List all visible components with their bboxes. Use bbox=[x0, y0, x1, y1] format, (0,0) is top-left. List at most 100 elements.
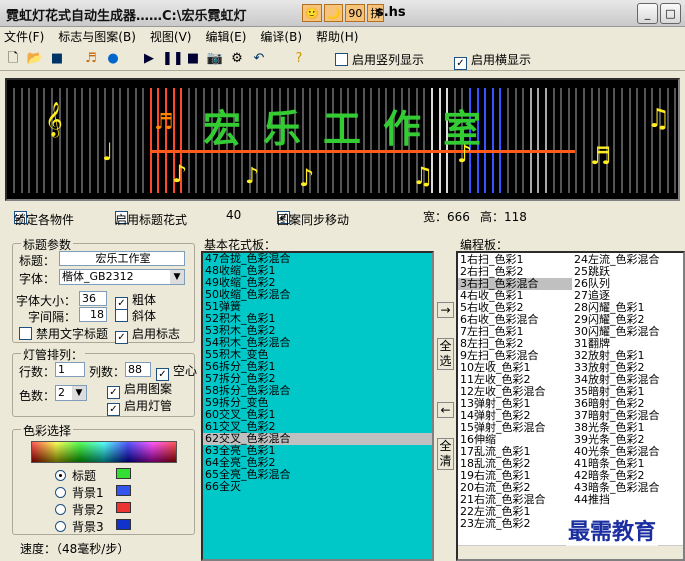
chevron-down-icon[interactable]: ▼ bbox=[72, 386, 86, 400]
colors-label: 色数： bbox=[19, 389, 56, 403]
title-input[interactable]: 宏乐工作室 bbox=[59, 251, 185, 266]
hollow-checkbox[interactable]: ✓ 空心 bbox=[156, 362, 197, 381]
save-icon[interactable]: ■ bbox=[48, 50, 66, 68]
pause-icon[interactable]: ❚❚ bbox=[162, 50, 184, 68]
neon-tube-bar bbox=[552, 88, 555, 193]
tube-legend: 灯管排列： bbox=[21, 346, 86, 363]
count-value: 40 bbox=[226, 208, 242, 222]
font-select[interactable]: 楷体_GB2312 ▼ bbox=[59, 269, 185, 285]
font-label: 字体： bbox=[19, 272, 56, 286]
list-item[interactable]: 23左流_色彩2 bbox=[458, 518, 572, 530]
font-size-label: 字体大小： bbox=[16, 294, 77, 308]
title-params-group: 标题参数 标题： 宏乐工作室 字体： 楷体_GB2312 ▼ 字体大小： 36 ✓… bbox=[12, 236, 195, 344]
menu-help[interactable]: 帮助(H) bbox=[316, 27, 358, 47]
note-icon-1: ♩ bbox=[102, 138, 114, 166]
color-group: 色彩选择 标题 背景1 背景2 背景3 bbox=[12, 422, 195, 535]
move-right-button[interactable]: → bbox=[437, 302, 454, 318]
radio-button[interactable] bbox=[55, 521, 66, 532]
spacing-input[interactable]: 18 bbox=[79, 307, 107, 322]
color-option-bg3[interactable]: 背景3 bbox=[55, 518, 104, 535]
camera-icon[interactable]: 📷 bbox=[206, 50, 224, 68]
neon-tube-bar bbox=[590, 88, 593, 193]
watermark: 最需教育 bbox=[566, 514, 659, 546]
checkbox-box[interactable]: ✓ bbox=[107, 403, 120, 416]
rows-input[interactable]: 1 bbox=[55, 362, 85, 377]
neon-preview[interactable]: 宏乐工作室 𝄞 ♩ ♬ ♪ ♪ ♪ ♫ ♪ ♬ ♫ bbox=[5, 78, 680, 201]
radio-button[interactable] bbox=[55, 504, 66, 515]
undo-icon[interactable]: ↶ bbox=[250, 50, 268, 68]
ime-toolbar[interactable]: 🙂 🌙 90 拼 bbox=[302, 4, 385, 22]
italic-checkbox[interactable]: 斜体 bbox=[115, 307, 156, 324]
neon-tube-bar bbox=[35, 88, 38, 193]
basic-pattern-list[interactable]: 47合拢_色彩混合 48收缩_色彩1 49收缩_色彩2 50收缩_色彩混合 51弹簧 52… bbox=[201, 251, 434, 561]
color-option-label: 背景3 bbox=[72, 520, 104, 534]
edit-list-column-2: 24左流_色彩混合 25跳跃 26队列 27追逐 28闪耀_色彩1 29闪耀_色彩2 30闪… bbox=[572, 254, 683, 506]
open-folder-icon[interactable]: 📂 bbox=[26, 50, 44, 68]
radio-button[interactable] bbox=[55, 487, 66, 498]
neon-tube-bar bbox=[89, 88, 91, 193]
color-option-bg2[interactable]: 背景2 bbox=[55, 501, 104, 518]
new-file-icon[interactable]: 🗋 bbox=[4, 50, 22, 68]
neon-tube-bar bbox=[142, 88, 145, 193]
checkbox-box[interactable] bbox=[19, 327, 32, 340]
color-option-label: 标题 bbox=[72, 469, 97, 483]
bold-label: 粗体 bbox=[132, 293, 157, 307]
color-option-bg1[interactable]: 背景1 bbox=[55, 484, 104, 501]
list-item[interactable]: 44推挡 bbox=[572, 494, 683, 506]
bg1-color-swatch bbox=[116, 485, 131, 496]
color-option-title[interactable]: 标题 bbox=[55, 467, 96, 484]
cols-input[interactable]: 88 bbox=[125, 362, 151, 377]
menu-view[interactable]: 视图(V) bbox=[150, 27, 192, 47]
enable-tube-checkbox[interactable]: ✓ 启用灯管 bbox=[107, 397, 172, 416]
color-option-label: 背景2 bbox=[72, 503, 104, 517]
horizontal-scrollbar[interactable] bbox=[458, 545, 683, 559]
compile-icon[interactable]: ♬ bbox=[82, 50, 100, 68]
menu-edit[interactable]: 编辑(E) bbox=[205, 27, 246, 47]
select-all-button[interactable]: 全选 bbox=[437, 338, 454, 370]
neon-tube-bar bbox=[575, 88, 578, 193]
colors-select[interactable]: 2 ▼ bbox=[55, 385, 87, 401]
menu-compile[interactable]: 编译(B) bbox=[260, 27, 302, 47]
radio-button[interactable] bbox=[55, 470, 66, 481]
enable-logo-checkbox[interactable]: ✓ 启用标志 bbox=[115, 325, 180, 344]
checkbox-box[interactable] bbox=[115, 309, 128, 322]
neon-tube-bar bbox=[567, 88, 570, 193]
color-spectrum[interactable] bbox=[31, 441, 177, 463]
settings-icon[interactable]: ⚙ bbox=[228, 50, 246, 68]
globe-icon[interactable]: ● bbox=[104, 50, 122, 68]
neon-tube-bar bbox=[643, 88, 646, 193]
vertical-display-checkbox[interactable]: 启用竖列显示 bbox=[335, 51, 424, 68]
color-legend: 色彩选择 bbox=[21, 422, 74, 439]
ime-icon-1[interactable]: 🙂 bbox=[302, 4, 322, 22]
chevron-down-icon[interactable]: ▼ bbox=[170, 270, 184, 284]
move-left-button[interactable]: ← bbox=[437, 402, 454, 418]
maximize-button[interactable]: □ bbox=[660, 3, 681, 24]
neon-tube-bar bbox=[545, 88, 547, 193]
horizontal-display-label: 启用横显示 bbox=[471, 53, 532, 67]
stop-icon[interactable]: ■ bbox=[184, 50, 202, 68]
font-size-input[interactable]: 36 bbox=[79, 291, 107, 306]
play-icon[interactable]: ▶ bbox=[140, 50, 158, 68]
clear-all-button[interactable]: 全清 bbox=[437, 438, 454, 470]
checkbox-box[interactable] bbox=[335, 53, 348, 66]
checkbox-box[interactable]: ✓ bbox=[454, 57, 467, 70]
bg3-color-swatch bbox=[116, 519, 131, 530]
menu-logo-pattern[interactable]: 标志与图案(B) bbox=[58, 27, 136, 47]
list-item[interactable]: 66全灭 bbox=[203, 481, 432, 493]
neon-tube-bar bbox=[195, 88, 198, 193]
ime-icon-3[interactable]: 90 bbox=[345, 4, 366, 22]
horizontal-display-checkbox[interactable]: ✓ 启用横显示 bbox=[454, 51, 531, 70]
menu-file[interactable]: 文件(F) bbox=[4, 27, 44, 47]
disable-text-title-checkbox[interactable]: 禁用文字标题 bbox=[19, 325, 108, 342]
edit-list-column-1: 1右扫_色彩1 2右扫_色彩2 3右扫_色彩混合 4右收_色彩1 5右收_色彩2 6右收_… bbox=[458, 254, 572, 530]
minimize-button[interactable]: _ bbox=[637, 3, 658, 24]
neon-tube-bar bbox=[187, 88, 190, 193]
checkbox-box[interactable]: ✓ bbox=[115, 331, 128, 344]
ime-icon-2[interactable]: 🌙 bbox=[323, 4, 344, 22]
width-readout: 宽：666 bbox=[423, 210, 470, 224]
help-icon[interactable]: ? bbox=[290, 50, 308, 68]
colors-select-value: 2 bbox=[58, 386, 65, 399]
enable-logo-label: 启用标志 bbox=[132, 327, 181, 341]
neon-tube-bar bbox=[28, 88, 31, 193]
neon-tube-bar bbox=[119, 88, 122, 193]
